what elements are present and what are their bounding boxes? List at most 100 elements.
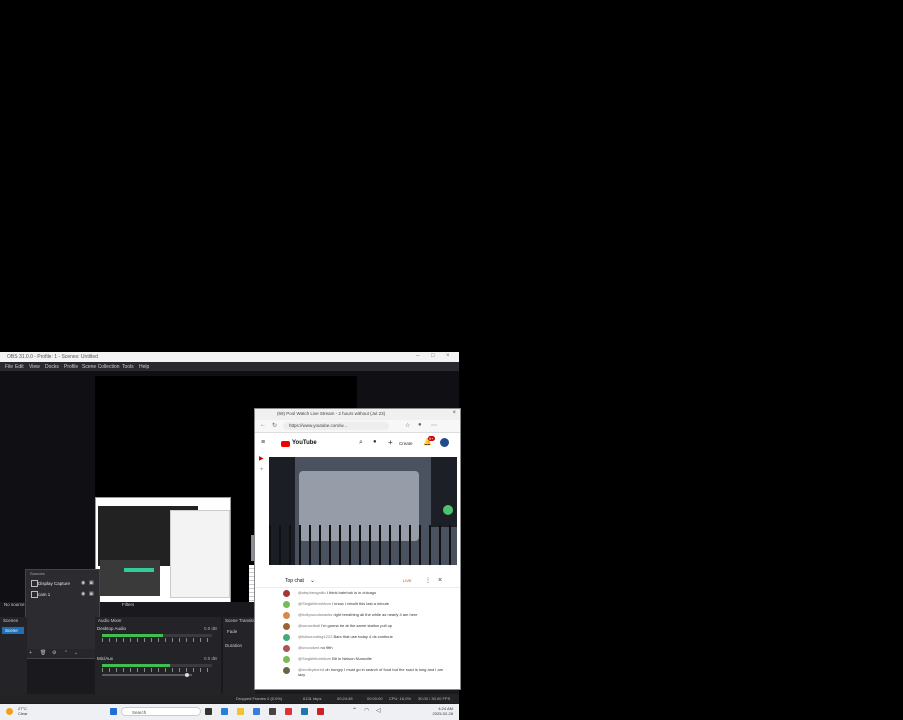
avatar[interactable] — [283, 634, 290, 641]
obs-taskbar-icon[interactable] — [269, 708, 276, 715]
chat-message: @motleybored oh hungry I must go in sear… — [283, 666, 453, 677]
video-player[interactable] — [269, 457, 457, 565]
home-icon[interactable]: ▶ — [259, 455, 264, 462]
menu-docks[interactable]: Docks — [45, 364, 59, 370]
url-field[interactable]: https://www.youtube.com/w... — [283, 422, 389, 430]
task-view-icon[interactable] — [205, 708, 212, 715]
add-source-icon[interactable]: + — [29, 650, 32, 656]
taskbar-search[interactable]: Search — [121, 707, 201, 716]
chat-mode-select[interactable]: Top chat — [285, 578, 304, 584]
notification-badge: 9+ — [428, 436, 435, 441]
meter-fill — [102, 664, 171, 667]
avatar[interactable] — [283, 612, 290, 619]
hamburger-icon[interactable]: ≡ — [261, 439, 265, 446]
meter-ticks — [102, 638, 212, 642]
live-time: 00:24:48 — [337, 696, 353, 701]
sources-dock: Sources Display Capture ◉ ▣ cam 1 ◉ ▣ + … — [25, 569, 100, 659]
tray-chevron-icon[interactable]: ⌃ — [352, 707, 357, 714]
lock-icon[interactable]: ▣ — [89, 591, 94, 597]
menu-profile[interactable]: Profile — [64, 364, 78, 370]
youtube-brand[interactable]: YouTube — [292, 440, 317, 446]
avatar[interactable] — [283, 645, 290, 652]
mic-icon[interactable]: ● — [373, 439, 377, 445]
menu-file[interactable]: File — [5, 364, 13, 370]
volume-slider[interactable] — [102, 674, 192, 676]
lock-icon[interactable]: ▣ — [89, 580, 94, 586]
menu-view[interactable]: View — [29, 364, 40, 370]
chat-username[interactable]: @sunsetball — [298, 623, 320, 628]
gear-icon[interactable]: ⚙ — [52, 650, 56, 656]
close-chat-icon[interactable]: × — [438, 577, 442, 584]
store-icon[interactable] — [253, 708, 260, 715]
meter-ticks — [102, 668, 212, 672]
volume-slider-knob[interactable] — [185, 673, 189, 677]
track-db: 0.0 dB — [203, 626, 217, 631]
chat-username[interactable]: @uncooked — [298, 645, 319, 650]
add-icon[interactable]: + — [260, 467, 264, 473]
source-item[interactable]: Display Capture ◉ ▣ — [28, 579, 97, 588]
chat-message-text: I think bahrhuk is in chicago — [326, 590, 377, 595]
filters-tab[interactable]: Filters — [122, 602, 134, 610]
chat-text: @motleybored oh hungry I must go in sear… — [298, 667, 448, 677]
source-item[interactable]: cam 1 ◉ ▣ — [28, 590, 97, 599]
date-label: 2025-02-28 — [432, 711, 453, 716]
chat-message: @stephengalllo I think bahrhuk is in chi… — [283, 589, 453, 599]
youtube-taskbar-icon[interactable] — [285, 708, 292, 715]
browser-tab-title[interactable]: (69) Pool Watch Live Stream - 2 hours wi… — [277, 411, 385, 416]
search-icon[interactable]: ⌕ — [359, 439, 363, 447]
remove-source-icon[interactable]: 🗑 — [40, 650, 46, 656]
file-explorer-icon[interactable] — [237, 708, 244, 715]
edge-icon[interactable] — [221, 708, 228, 715]
live-badge: LIVE — [403, 578, 412, 583]
youtube-logo-icon[interactable] — [281, 441, 290, 447]
eye-icon[interactable]: ◉ — [81, 580, 85, 586]
star-icon[interactable]: ☆ — [405, 422, 410, 429]
close-icon[interactable]: × — [452, 410, 456, 416]
chat-username[interactable]: @fullsounding1222 — [298, 634, 332, 639]
more-options-icon[interactable]: ⋮ — [425, 577, 431, 584]
chevron-down-icon[interactable]: ⌄ — [310, 577, 315, 584]
speaker-icon[interactable]: ◁ — [376, 707, 381, 714]
back-icon[interactable]: ← — [260, 422, 266, 428]
move-down-icon[interactable]: ⌄ — [74, 650, 78, 656]
chat-username[interactable]: @SingleMomMom — [298, 601, 331, 606]
refresh-icon[interactable]: ↻ — [272, 422, 277, 429]
create-label[interactable]: Create — [399, 441, 413, 446]
avatar[interactable] — [283, 601, 290, 608]
maximize-icon[interactable]: □ — [431, 353, 435, 359]
avatar[interactable] — [283, 656, 290, 663]
minimize-icon[interactable]: – — [416, 353, 419, 359]
start-icon[interactable] — [110, 708, 117, 715]
wifi-icon[interactable]: ◠ — [364, 707, 369, 714]
scene-item-selected[interactable]: Scene — [2, 627, 24, 634]
menu-edit[interactable]: Edit — [15, 364, 24, 370]
weather-widget[interactable]: 27°C Clear — [18, 706, 28, 716]
transition-select[interactable]: Fade — [227, 629, 237, 637]
chat-username[interactable]: @hollywoodsnacks — [298, 612, 332, 617]
profile-icon[interactable]: ● — [418, 422, 422, 428]
weather-icon[interactable] — [6, 708, 13, 715]
menu-dots-icon[interactable]: ⋯ — [431, 422, 437, 429]
move-up-icon[interactable]: ⌃ — [64, 650, 68, 656]
eye-icon[interactable]: ◉ — [81, 591, 85, 597]
avatar[interactable] — [440, 438, 449, 447]
chat-message-text: no fifth — [320, 645, 333, 650]
menu-scene-collection[interactable]: Scene Collection — [82, 364, 120, 370]
chat-text: @stephengalllo I think bahrhuk is in chi… — [298, 590, 448, 595]
avatar[interactable] — [283, 623, 290, 630]
avatar[interactable] — [283, 590, 290, 597]
chat-message: @hollywoodsnacks right breathing all the… — [283, 611, 453, 621]
chat-username[interactable]: @SingleMomMom — [298, 656, 331, 661]
app2-taskbar-icon[interactable] — [317, 708, 324, 715]
avatar[interactable] — [283, 667, 290, 674]
chat-message-text: Bit in Nelson Nunsville — [332, 656, 372, 661]
chat-username[interactable]: @stephengalllo — [298, 590, 326, 595]
create-icon[interactable]: + — [388, 438, 393, 447]
menu-help[interactable]: Help — [139, 364, 149, 370]
close-icon[interactable]: × — [446, 353, 450, 359]
audio-mixer-dock: Audio Mixer Desktop Audio 0.0 dB Mic/Aux… — [95, 617, 221, 694]
menu-tools[interactable]: Tools — [122, 364, 134, 370]
app-taskbar-icon[interactable] — [301, 708, 308, 715]
chat-message: @SingleMomMom I know I rebuilt this last… — [283, 600, 453, 610]
clock[interactable]: 4:24 AM 2025-02-28 — [433, 706, 453, 716]
